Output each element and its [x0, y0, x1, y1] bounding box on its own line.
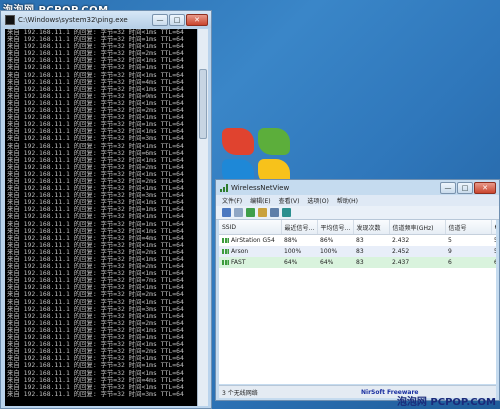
- table-row[interactable]: AirStation G54 88% 86% 83 2.432 5 5: [219, 234, 496, 246]
- column-header-channel[interactable]: 信道号: [445, 220, 492, 235]
- table-cell: 88%: [281, 234, 317, 246]
- table-cell: 64%: [317, 257, 353, 268]
- watermark-bottom-right: 泡泡网 PCPOP.COM: [396, 397, 496, 408]
- table-cell: 2.432: [389, 234, 445, 246]
- console-scrollbar[interactable]: [197, 29, 208, 406]
- signal-icon: [222, 260, 229, 265]
- find-icon[interactable]: [270, 208, 279, 217]
- maximize-button[interactable]: □: [457, 181, 473, 194]
- refresh-icon[interactable]: [246, 208, 255, 217]
- column-header-detection-count[interactable]: 发现次数: [353, 220, 390, 235]
- exit-icon[interactable]: [282, 208, 291, 217]
- table-cell: 6: [491, 257, 496, 268]
- close-button[interactable]: ✕: [474, 181, 496, 194]
- table-cell: 6: [445, 257, 491, 268]
- ssid-cell: AirStation G54: [219, 234, 281, 246]
- console-window[interactable]: C:\Windows\system32\ping.exe — □ ✕ 来自 19…: [0, 10, 212, 409]
- table-cell: 100%: [317, 246, 353, 257]
- table-cell: 83: [353, 257, 389, 268]
- network-list[interactable]: SSID 最近信号... 平均信号... 发现次数 信道频率(GHz) 信道号 …: [219, 220, 496, 384]
- console-title: C:\Windows\system32\ping.exe: [18, 15, 128, 24]
- table-row[interactable]: FAST 64% 64% 83 2.437 6 6: [219, 257, 496, 268]
- toolbar: [216, 206, 499, 220]
- column-header-frequency[interactable]: 信道频率(GHz): [389, 220, 446, 235]
- table-cell: 83: [353, 234, 389, 246]
- table-cell: 2.437: [389, 257, 445, 268]
- console-app-icon: [5, 14, 15, 25]
- table-cell: 5: [491, 246, 496, 257]
- signal-icon: [222, 249, 229, 254]
- column-header-extra[interactable]: 6: [491, 220, 496, 235]
- properties-icon[interactable]: [258, 208, 267, 217]
- menu-help[interactable]: 帮助(H): [337, 196, 358, 205]
- wnv-title: WirelessNetView: [231, 183, 290, 192]
- column-header-avg-signal[interactable]: 平均信号...: [317, 220, 354, 235]
- minimize-button[interactable]: —: [152, 13, 168, 26]
- console-line: 来自 192.168.11.1 的回复: 字节=32 时间=3ms TTL=64: [7, 389, 184, 398]
- menu-options[interactable]: 选项(O): [307, 196, 328, 205]
- wnv-titlebar[interactable]: WirelessNetView — □ ✕: [216, 180, 499, 195]
- menu-file[interactable]: 文件(F): [222, 196, 242, 205]
- wireless-app-icon: [220, 183, 228, 192]
- table-header-row: SSID 最近信号... 平均信号... 发现次数 信道频率(GHz) 信道号 …: [219, 220, 496, 235]
- table-row[interactable]: Arson 100% 100% 83 2.452 9 5: [219, 246, 496, 257]
- column-header-ssid[interactable]: SSID: [219, 220, 282, 235]
- signal-icon: [222, 238, 229, 243]
- table-cell: 5: [491, 234, 496, 246]
- table-cell: 83: [353, 246, 389, 257]
- column-header-last-signal[interactable]: 最近信号...: [281, 220, 318, 235]
- table-cell: 2.452: [389, 246, 445, 257]
- maximize-button[interactable]: □: [169, 13, 185, 26]
- table-cell: 100%: [281, 246, 317, 257]
- console-titlebar[interactable]: C:\Windows\system32\ping.exe — □ ✕: [1, 11, 211, 28]
- scrollbar-thumb[interactable]: [199, 69, 207, 139]
- copy-icon[interactable]: [234, 208, 243, 217]
- status-text: 3 个无线网络: [222, 389, 258, 397]
- wirelessnetview-window[interactable]: WirelessNetView — □ ✕ 文件(F) 编辑(E) 查看(V) …: [215, 179, 500, 401]
- ssid-cell: Arson: [219, 246, 281, 257]
- console-output[interactable]: 来自 192.168.11.1 的回复: 字节=32 时间<1ms TTL=64…: [5, 29, 197, 406]
- menu-view[interactable]: 查看(V): [279, 196, 300, 205]
- table-cell: 5: [445, 234, 491, 246]
- ssid-cell: FAST: [219, 257, 281, 268]
- save-icon[interactable]: [222, 208, 231, 217]
- table-cell: 86%: [317, 234, 353, 246]
- menu-edit[interactable]: 编辑(E): [250, 196, 270, 205]
- network-table: SSID 最近信号... 平均信号... 发现次数 信道频率(GHz) 信道号 …: [219, 220, 496, 268]
- table-cell: 9: [445, 246, 491, 257]
- close-button[interactable]: ✕: [186, 13, 208, 26]
- table-cell: 64%: [281, 257, 317, 268]
- menu-bar: 文件(F) 编辑(E) 查看(V) 选项(O) 帮助(H): [216, 195, 499, 206]
- minimize-button[interactable]: —: [440, 181, 456, 194]
